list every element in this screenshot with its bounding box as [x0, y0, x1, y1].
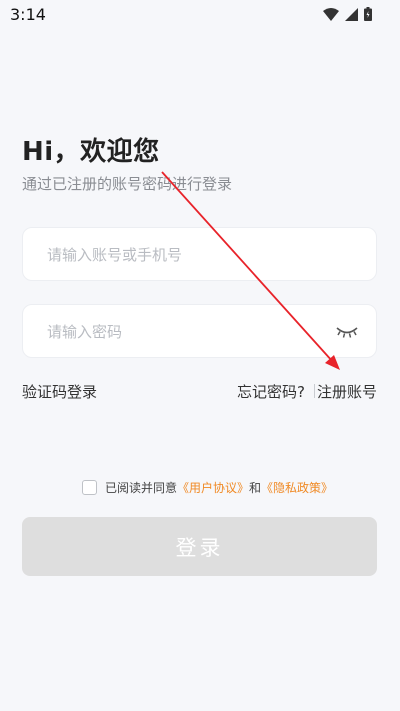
password-input[interactable] [45, 305, 329, 359]
login-button[interactable]: 登录 [22, 517, 377, 576]
eye-closed-icon[interactable] [336, 325, 358, 339]
status-icons [323, 6, 372, 22]
wifi-icon [323, 7, 339, 21]
agreement-and-text: 和 [249, 480, 262, 495]
login-links-row: 验证码登录 忘记密码? 注册账号 [22, 381, 377, 401]
account-field[interactable] [22, 227, 377, 282]
login-subtitle: 通过已注册的账号密码进行登录 [22, 175, 233, 193]
cellular-signal-icon [345, 7, 358, 21]
link-divider [314, 384, 315, 398]
forgot-password-link[interactable]: 忘记密码? [237, 381, 305, 402]
agreement-checkbox[interactable] [82, 479, 97, 495]
password-field[interactable] [22, 304, 377, 359]
account-input[interactable] [45, 228, 329, 282]
greeting-title: Hi，欢迎您 [22, 137, 160, 167]
agreement-prefix-text: 已阅读并同意 [105, 480, 178, 495]
status-bar: 3:14 [0, 0, 400, 30]
user-agreement-link[interactable]: 《用户协议》 [177, 479, 249, 496]
status-time: 3:14 [10, 5, 46, 24]
agreement-row: 已阅读并同意 《用户协议》 和 《隐私政策》 [82, 478, 333, 496]
battery-icon [364, 7, 372, 21]
sms-login-link[interactable]: 验证码登录 [22, 381, 97, 402]
register-link[interactable]: 注册账号 [317, 381, 377, 402]
privacy-policy-link[interactable]: 《隐私政策》 [261, 479, 333, 496]
